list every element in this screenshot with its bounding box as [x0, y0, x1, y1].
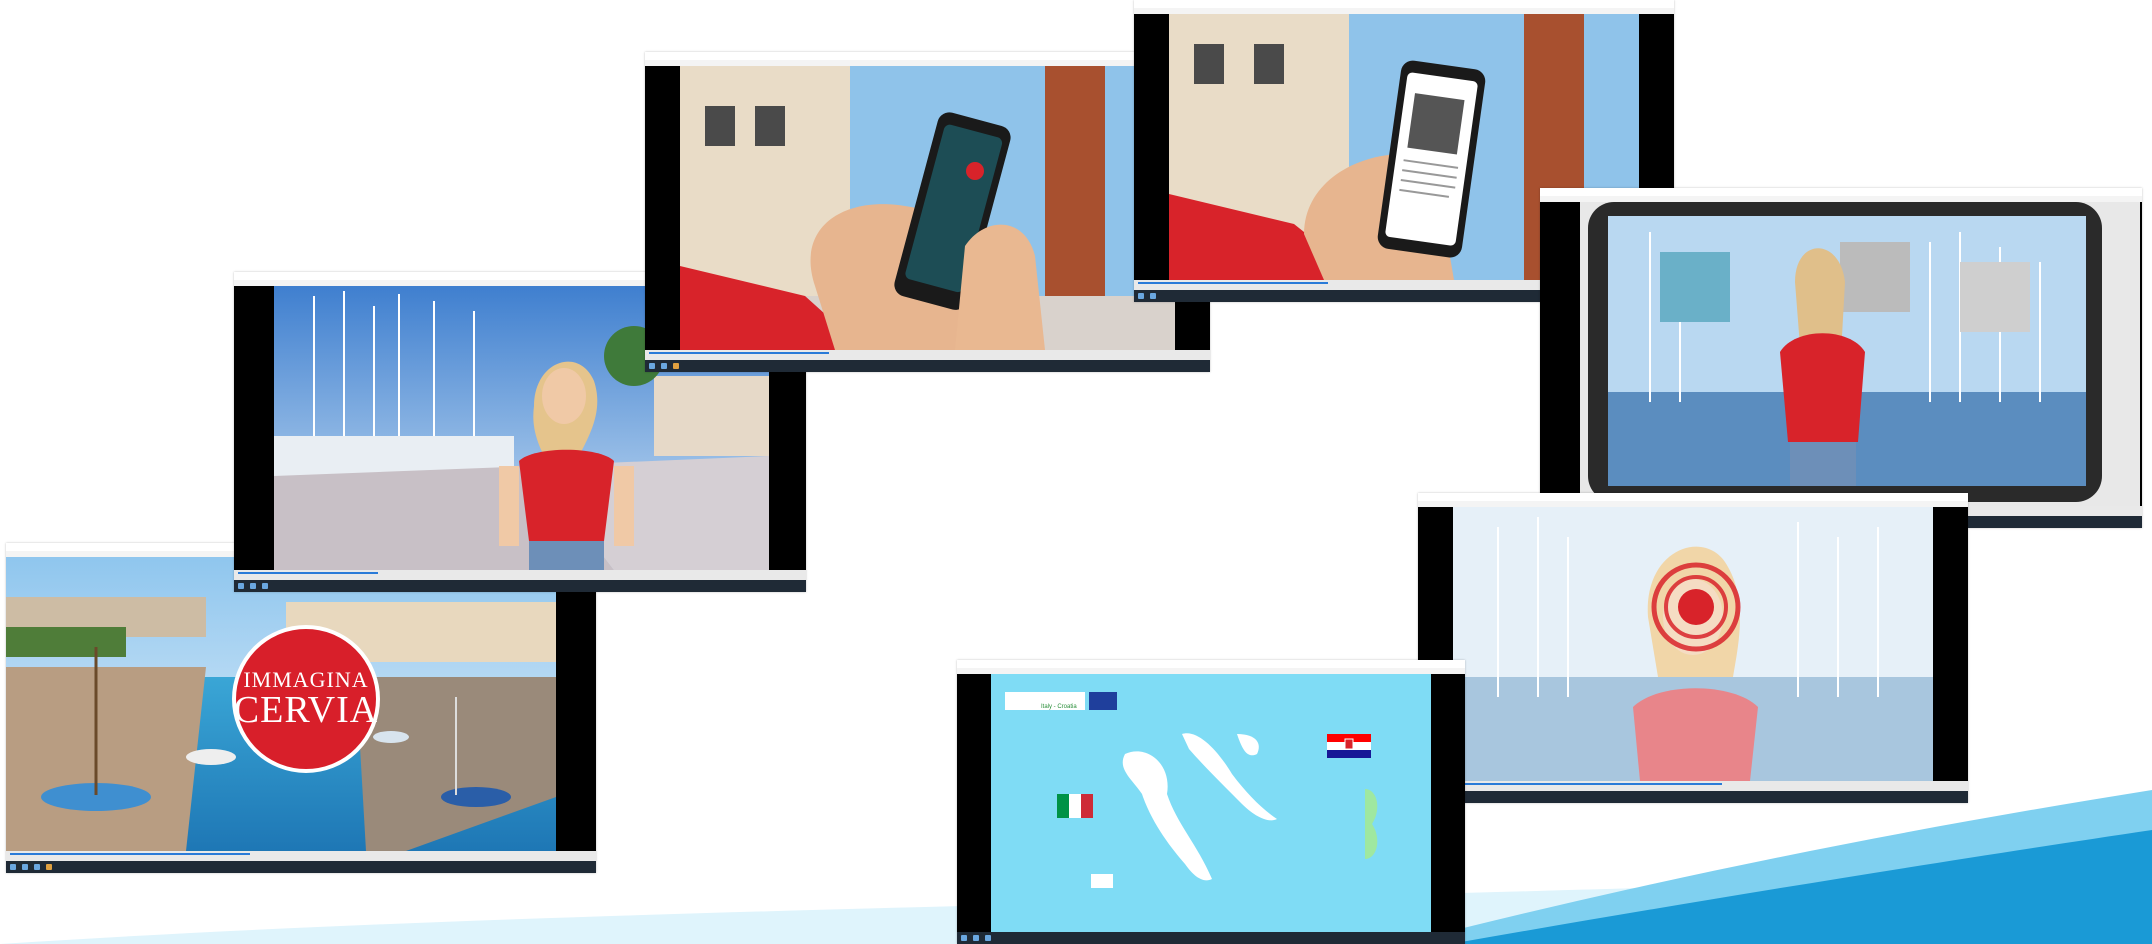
- logo-text-line2: CERVIA: [233, 689, 379, 731]
- video-window-target-logo[interactable]: [1418, 493, 1968, 803]
- italy-croatia-map: [957, 674, 1465, 932]
- player-controls[interactable]: [6, 851, 596, 861]
- progress-bar[interactable]: [1422, 783, 1722, 785]
- window-title: [1418, 493, 1968, 501]
- player-controls[interactable]: [1418, 781, 1968, 791]
- target-logo-image: [1418, 507, 1968, 781]
- start-icon[interactable]: [1138, 293, 1144, 299]
- app-icon[interactable]: [661, 363, 667, 369]
- app-icon[interactable]: [262, 583, 268, 589]
- video-window-phone-call[interactable]: [645, 52, 1210, 372]
- video-window-map[interactable]: Italy - Croatia: [957, 660, 1465, 944]
- video-screen[interactable]: IMMAGINA CERVIA: [6, 557, 596, 851]
- start-icon[interactable]: [10, 864, 16, 870]
- app-icon[interactable]: [34, 864, 40, 870]
- app-icon[interactable]: [985, 935, 991, 941]
- logo-text-line1: IMMAGINA: [243, 667, 369, 692]
- video-window-tablet-photos[interactable]: [1540, 188, 2142, 528]
- video-screen[interactable]: [1540, 202, 2142, 506]
- app-icon[interactable]: [22, 864, 28, 870]
- taskbar: [234, 580, 806, 592]
- app-icon[interactable]: [973, 935, 979, 941]
- phone-call-image: [645, 66, 1210, 350]
- taskbar: [645, 360, 1210, 372]
- player-controls[interactable]: [234, 570, 806, 580]
- tablet-photos-image: [1540, 202, 2142, 506]
- start-icon[interactable]: [238, 583, 244, 589]
- window-title: [645, 52, 1210, 60]
- app-icon[interactable]: [250, 583, 256, 589]
- start-icon[interactable]: [961, 935, 967, 941]
- start-icon[interactable]: [649, 363, 655, 369]
- video-screen[interactable]: [645, 66, 1210, 350]
- progress-bar[interactable]: [10, 853, 250, 855]
- window-title: [1134, 0, 1674, 8]
- window-title: [957, 660, 1465, 668]
- player-controls[interactable]: [645, 350, 1210, 360]
- video-screen[interactable]: Italy - Croatia: [957, 674, 1465, 932]
- program-name: Italy - Croatia: [1041, 704, 1077, 710]
- app-icon[interactable]: [673, 363, 679, 369]
- video-screen[interactable]: [1418, 507, 1968, 781]
- taskbar: [957, 932, 1465, 944]
- taskbar: [6, 861, 596, 873]
- cervia-logo: IMMAGINA CERVIA: [232, 625, 380, 773]
- window-title: [1540, 188, 2142, 196]
- taskbar: [1418, 791, 1968, 803]
- progress-bar[interactable]: [238, 572, 378, 574]
- progress-bar[interactable]: [1138, 282, 1328, 284]
- app-icon[interactable]: [46, 864, 52, 870]
- progress-bar[interactable]: [649, 352, 829, 354]
- app-icon[interactable]: [1150, 293, 1156, 299]
- video-window-cervia[interactable]: IMMAGINA CERVIA: [6, 543, 596, 873]
